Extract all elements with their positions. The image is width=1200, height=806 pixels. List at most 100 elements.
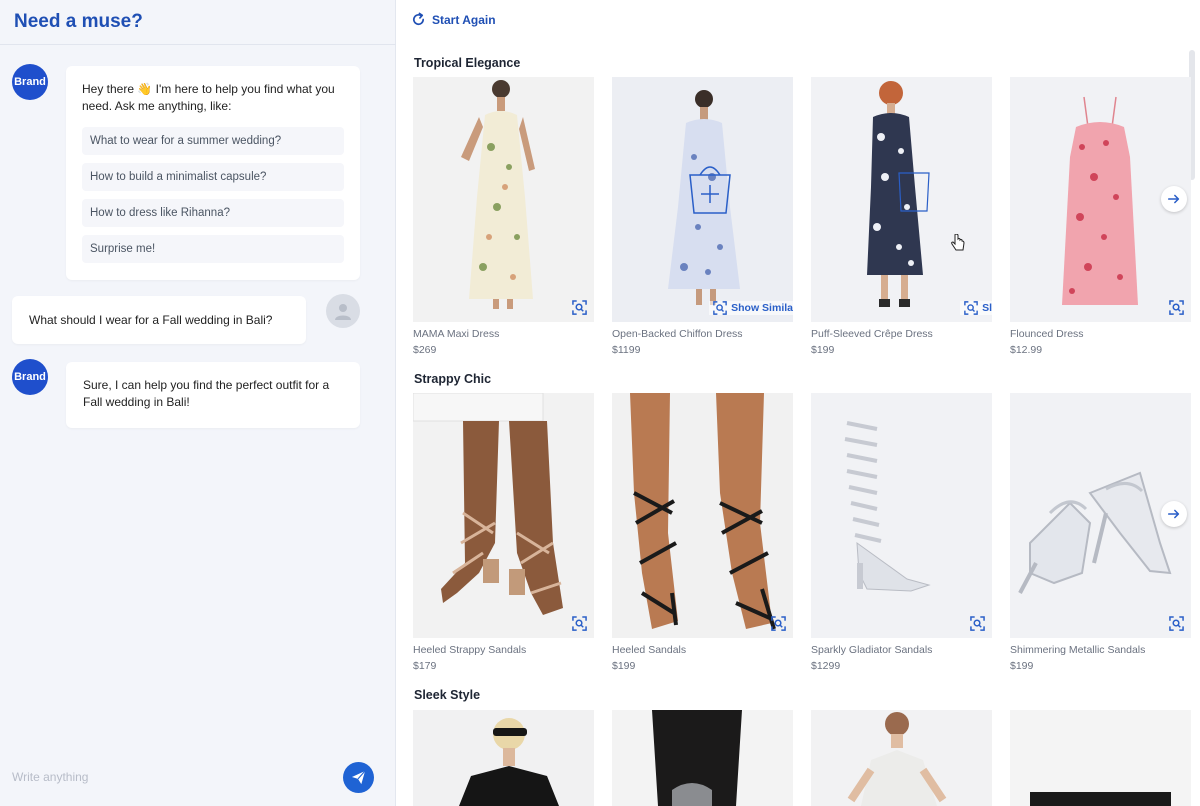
product-card[interactable]: Show Simila Open-Backed Chiffon Dress $1…: [612, 77, 793, 356]
show-similar-icon[interactable]: [570, 298, 588, 316]
chat-title: Need a muse?: [14, 11, 143, 32]
refresh-icon: [413, 12, 425, 26]
user-message-text: What should I wear for a Fall wedding in…: [29, 313, 273, 327]
product-price: $1199: [612, 344, 641, 356]
show-similar-icon[interactable]: [1167, 298, 1185, 316]
scan-search-icon: [964, 301, 978, 315]
product-image[interactable]: [413, 393, 594, 638]
greeting-bubble: Hey there 👋 I'm here to help you find wh…: [66, 66, 360, 280]
product-price: $199: [1010, 660, 1034, 672]
arrow-right-icon: [1167, 194, 1180, 204]
show-similar-icon[interactable]: [1167, 614, 1185, 632]
product-price: $12.99: [1010, 344, 1043, 356]
show-similar-icon[interactable]: [968, 614, 986, 632]
product-card[interactable]: Heeled Strappy Sandals $179: [413, 393, 594, 672]
greeting-text: Hey there 👋 I'm here to help you find wh…: [82, 81, 352, 115]
product-card[interactable]: Sparkly Gladiator Sandals $1299: [811, 393, 992, 672]
user-icon: [335, 304, 351, 320]
reply-bubble: Sure, I can help you find the perfect ou…: [66, 362, 360, 428]
heeled-sandals-image: [612, 393, 793, 638]
scan-search-icon: [770, 615, 786, 631]
product-image[interactable]: Show Simila: [612, 77, 793, 322]
product-name[interactable]: Puff-Sleeved Crêpe Dress: [811, 328, 992, 340]
show-similar-button[interactable]: Sl: [960, 301, 992, 315]
crepe-dress-image: [811, 77, 992, 322]
scan-search-icon: [1168, 299, 1184, 315]
reply-text: Sure, I can help you find the perfect ou…: [83, 377, 353, 411]
product-name[interactable]: Sparkly Gladiator Sandals: [811, 644, 992, 656]
strappy-sandals-image: [413, 393, 594, 638]
start-again-label: Start Again: [432, 12, 496, 27]
show-similar-icon[interactable]: [769, 614, 787, 632]
greeting-line-2: need. Ask me anything, like:: [82, 99, 232, 113]
suggestion-dress-like-rihanna[interactable]: How to dress like Rihanna?: [82, 199, 344, 227]
next-arrow-button[interactable]: [1161, 501, 1187, 527]
product-image[interactable]: [1010, 710, 1191, 806]
hand-cursor-icon: [950, 233, 966, 257]
start-again-button[interactable]: Start Again: [411, 12, 496, 27]
suggestion-minimalist-capsule[interactable]: How to build a minimalist capsule?: [82, 163, 344, 191]
user-message-bubble: What should I wear for a Fall wedding in…: [12, 296, 306, 344]
section-title: Tropical Elegance: [414, 56, 521, 70]
next-arrow-button[interactable]: [1161, 186, 1187, 212]
divider: [0, 44, 396, 45]
scan-search-icon: [1168, 615, 1184, 631]
product-name[interactable]: Heeled Strappy Sandals: [413, 644, 594, 656]
show-similar-label: Sl: [982, 302, 992, 314]
black-outfit-image: [612, 710, 793, 806]
product-image[interactable]: Sl: [811, 77, 992, 322]
black-item-image: [1010, 710, 1191, 806]
blazer-look-image: [413, 710, 594, 806]
user-avatar: [326, 294, 360, 328]
product-card[interactable]: [413, 710, 594, 806]
show-similar-button[interactable]: Show Simila: [709, 301, 793, 315]
reply-line-2: Fall wedding in Bali!: [83, 395, 190, 409]
product-name[interactable]: Heeled Sandals: [612, 644, 793, 656]
section-title: Strappy Chic: [414, 372, 492, 386]
scan-search-icon: [571, 615, 587, 631]
product-card[interactable]: [1010, 710, 1191, 806]
scan-search-icon: [969, 615, 985, 631]
product-name[interactable]: Flounced Dress: [1010, 328, 1191, 340]
brand-avatar: Brand: [12, 64, 48, 100]
product-price: $199: [811, 344, 835, 356]
product-image[interactable]: [413, 710, 594, 806]
scan-search-icon: [713, 301, 727, 315]
product-card[interactable]: Flounced Dress $12.99: [1010, 77, 1191, 356]
section-title: Sleek Style: [414, 688, 481, 702]
product-price: $269: [413, 344, 437, 356]
product-card[interactable]: MAMA Maxi Dress $269: [413, 77, 594, 356]
product-image[interactable]: [612, 710, 793, 806]
scan-search-icon: [571, 299, 587, 315]
product-card[interactable]: [811, 710, 992, 806]
product-image[interactable]: [811, 710, 992, 806]
product-image[interactable]: [811, 393, 992, 638]
product-price: $179: [413, 660, 437, 672]
product-card[interactable]: Sl Puff-Sleeved Crêpe Dress $199: [811, 77, 992, 356]
white-top-image: [811, 710, 992, 806]
arrow-right-icon: [1167, 509, 1180, 519]
show-similar-icon[interactable]: [570, 614, 588, 632]
product-image[interactable]: [413, 77, 594, 322]
send-button[interactable]: [343, 762, 374, 793]
show-similar-label: Show Simila: [731, 302, 793, 314]
suggestion-surprise-me[interactable]: Surprise me!: [82, 235, 344, 263]
reply-line-1: Sure, I can help you find the perfect ou…: [83, 378, 330, 392]
product-card[interactable]: [612, 710, 793, 806]
chat-input[interactable]: [12, 762, 337, 792]
product-card[interactable]: Shimmering Metallic Sandals $199: [1010, 393, 1191, 672]
suggestion-summer-wedding[interactable]: What to wear for a summer wedding?: [82, 127, 344, 155]
product-name[interactable]: Open-Backed Chiffon Dress: [612, 328, 793, 340]
chiffon-dress-image: [612, 77, 793, 322]
product-image[interactable]: [612, 393, 793, 638]
product-price: $199: [612, 660, 636, 672]
product-card[interactable]: Heeled Sandals $199: [612, 393, 793, 672]
product-name[interactable]: MAMA Maxi Dress: [413, 328, 594, 340]
product-name[interactable]: Shimmering Metallic Sandals: [1010, 644, 1191, 656]
maxi-dress-image: [413, 77, 594, 322]
chat-panel: Need a muse? Brand Hey there 👋 I'm here …: [0, 0, 396, 806]
greeting-line-1: Hey there 👋 I'm here to help you find wh…: [82, 82, 335, 96]
brand-avatar: Brand: [12, 359, 48, 395]
product-price: $1299: [811, 660, 841, 672]
paper-plane-icon: [351, 770, 366, 785]
